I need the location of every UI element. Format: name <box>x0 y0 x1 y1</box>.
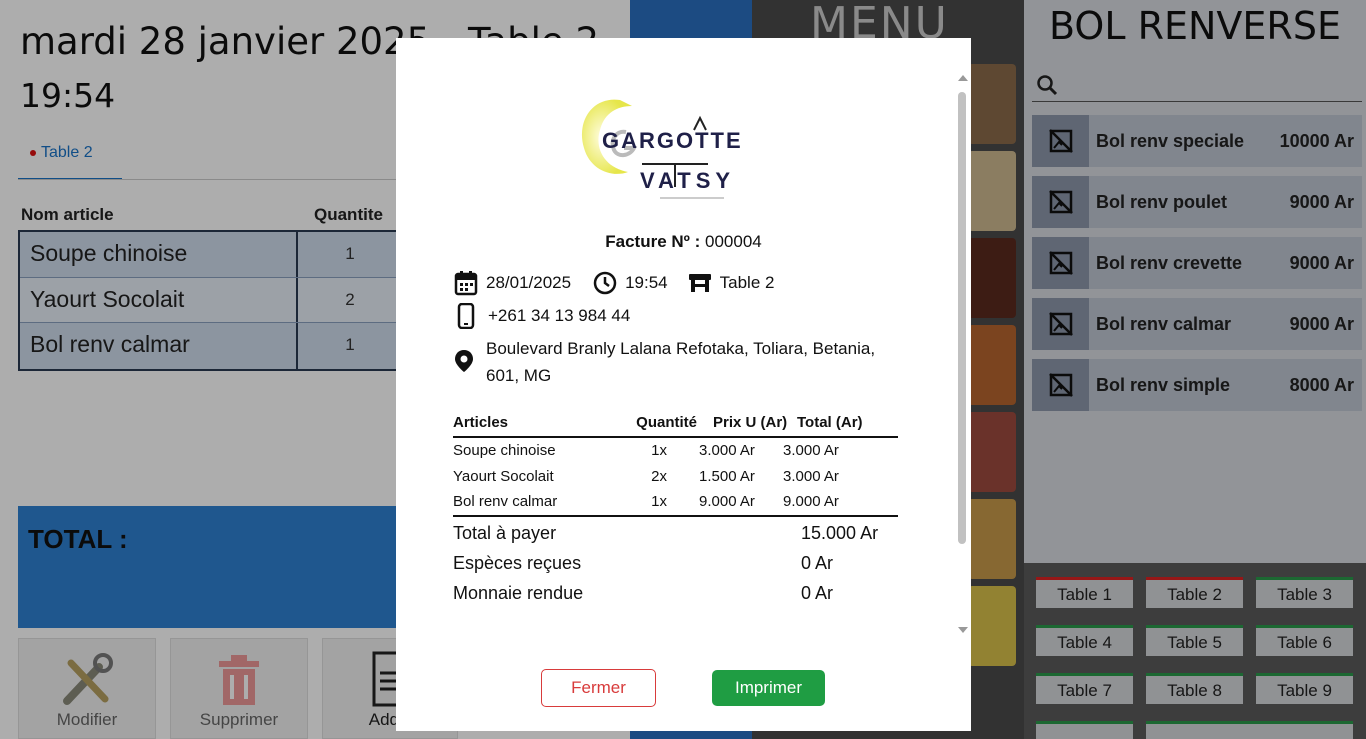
line-article: Yaourt Socolait <box>453 467 554 485</box>
invoice-number-label: Facture Nº : <box>605 232 701 251</box>
scroll-down-arrow-icon[interactable] <box>958 627 968 633</box>
table-icon <box>688 274 711 292</box>
invoice-phone-line: +261 34 13 984 44 <box>454 303 630 329</box>
line-unit-price: 9.000 Ar <box>699 493 755 511</box>
invoice-address-line: Boulevard Branly Lalana Refotaka, Toliar… <box>454 335 904 389</box>
total-due-row: Total à payer 15.000 Ar <box>453 519 898 549</box>
change-row: Monnaie rendue 0 Ar <box>453 579 898 609</box>
logo-text-gargotte: GARGOTTE <box>602 128 743 153</box>
col-unit-price-header: Prix U (Ar) <box>713 414 788 431</box>
invoice-lines: Soupe chinoise 1x 3.000 Ar 3.000 Ar Yaourt … <box>453 438 898 517</box>
invoice-line: Yaourt Socolait 2x 1.500 Ar 3.000 Ar <box>453 464 898 490</box>
change-label: Monnaie rendue <box>453 583 584 603</box>
line-total: 3.000 Ar <box>783 442 839 460</box>
cash-received-row: Espèces reçues 0 Ar <box>453 549 898 579</box>
invoice-scrollbar[interactable] <box>957 75 968 633</box>
invoice-date: 28/01/2025 <box>486 273 572 292</box>
line-total: 3.000 Ar <box>783 467 839 485</box>
change-value: 0 Ar <box>801 583 834 603</box>
scroll-up-arrow-icon[interactable] <box>958 75 968 81</box>
clock-icon <box>593 271 617 295</box>
invoice-table: Table 2 <box>719 273 775 292</box>
invoice-number: Facture Nº : 000004 <box>396 232 971 252</box>
col-qty-header: Quantité <box>636 414 697 431</box>
invoice-table: Articles Quantité Prix U (Ar) Total (Ar)… <box>453 414 898 609</box>
calendar-icon <box>454 271 478 296</box>
total-due-value: 15.000 Ar <box>801 523 879 543</box>
phone-icon <box>457 303 475 329</box>
logo-text-vatsy: VATSY <box>640 168 735 193</box>
invoice-number-value: 000004 <box>705 232 762 251</box>
close-button[interactable]: Fermer <box>541 669 656 707</box>
col-total-header: Total (Ar) <box>797 414 863 431</box>
print-button[interactable]: Imprimer <box>712 670 825 706</box>
invoice-address: Boulevard Branly Lalana Refotaka, Toliar… <box>486 339 876 385</box>
invoice-phone: +261 34 13 984 44 <box>488 306 631 325</box>
invoice-line: Bol renv calmar 1x 9.000 Ar 9.000 Ar <box>453 489 898 515</box>
line-qty: 2x <box>651 467 667 485</box>
total-due-label: Total à payer <box>453 523 557 543</box>
invoice-time: 19:54 <box>625 273 668 292</box>
invoice-meta-line: 28/01/2025 19:54 Table 2 <box>454 270 774 296</box>
line-unit-price: 1.500 Ar <box>699 467 755 485</box>
cash-received-value: 0 Ar <box>801 553 834 573</box>
cash-received-label: Espèces reçues <box>453 553 582 573</box>
invoice-table-header: Articles Quantité Prix U (Ar) Total (Ar) <box>453 414 898 438</box>
line-unit-price: 3.000 Ar <box>699 442 755 460</box>
gargotte-vatsy-logo: GARGOTTE VATSY <box>581 99 743 199</box>
line-total: 9.000 Ar <box>783 493 839 511</box>
line-article: Bol renv calmar <box>453 493 558 511</box>
scroll-thumb[interactable] <box>958 92 966 544</box>
col-articles-header: Articles <box>453 414 509 431</box>
invoice-line: Soupe chinoise 1x 3.000 Ar 3.000 Ar <box>453 438 898 464</box>
line-qty: 1x <box>651 493 667 511</box>
line-article: Soupe chinoise <box>453 442 556 460</box>
line-qty: 1x <box>651 442 667 460</box>
location-pin-icon <box>455 350 473 372</box>
